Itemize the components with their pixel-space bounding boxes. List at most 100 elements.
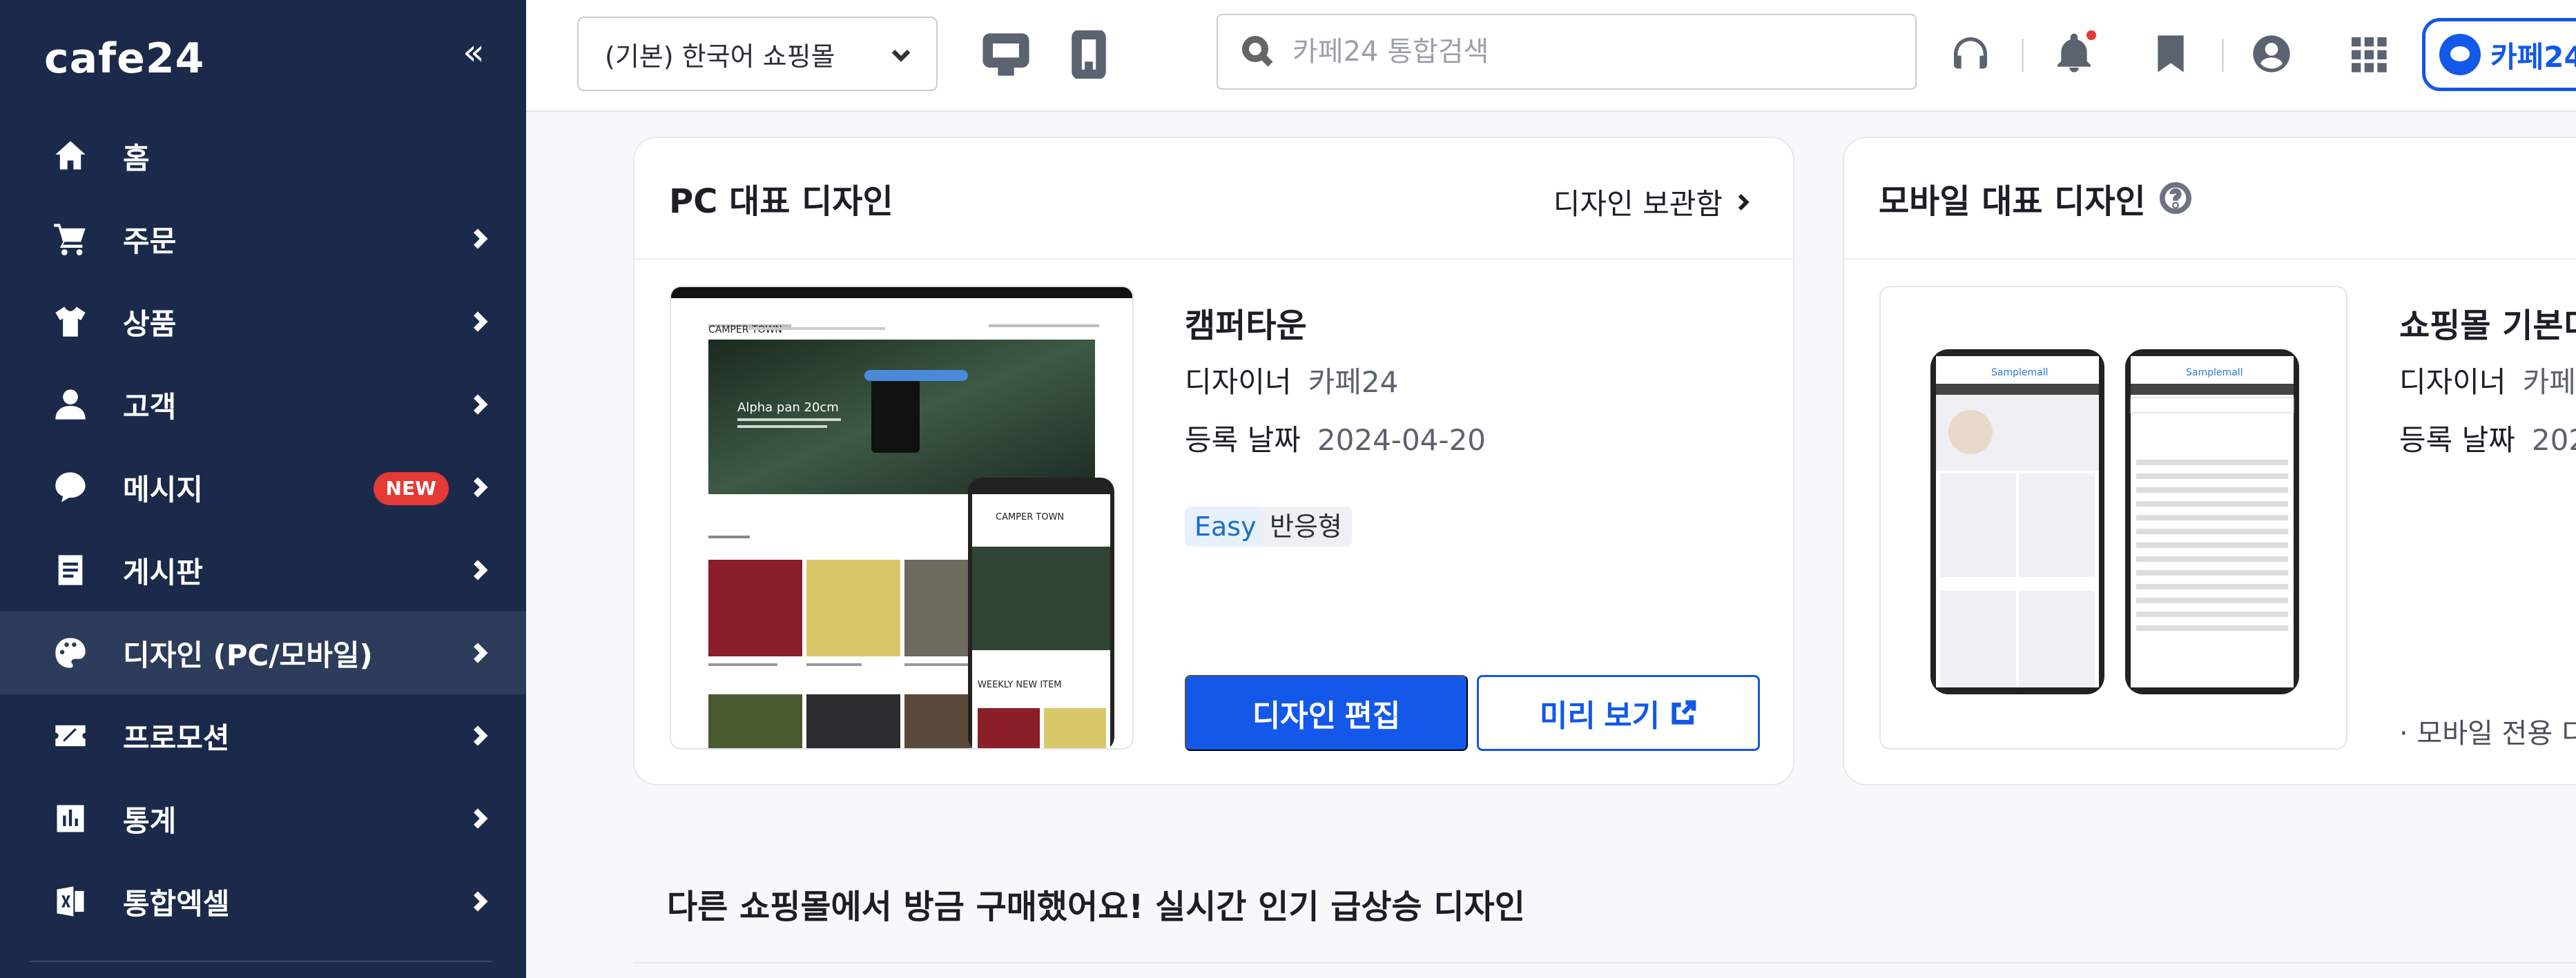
top-bar: (기본) 한국어 쇼핑몰 카페24 <box>526 0 2576 112</box>
mobile-design-thumbnail[interactable]: Samplemall Samplemall <box>1879 286 2347 750</box>
chevron-right-icon <box>465 225 493 253</box>
headset-icon[interactable] <box>1948 32 1993 76</box>
mascot-icon <box>2439 34 2481 75</box>
designer-label: 디자이너 <box>2399 365 2506 399</box>
card-header: 모바일 대표 디자인 <box>1844 138 2576 260</box>
account-icon[interactable] <box>2249 32 2294 76</box>
mall-select-value: (기본) 한국어 쇼핑몰 <box>605 41 835 72</box>
chevron-right-icon <box>465 722 493 750</box>
designer-label: 디자이너 <box>1185 365 1292 399</box>
sidebar-nav: 홈 주문 상품 고객 메시지 NEW 게시판 디자인 (PC/모바일) 프로모션… <box>0 115 526 943</box>
sidebar-item-promotion[interactable]: 프로모션 <box>0 694 526 777</box>
chevron-right-icon <box>465 473 493 501</box>
chevron-right-icon <box>465 805 493 832</box>
search-input[interactable] <box>1292 36 1886 68</box>
pc-design-card: PC 대표 디자인 디자인 보관함 CAMPER TOWN Alpha pan … <box>633 137 1794 785</box>
sidebar-item-label: 메시지 <box>123 472 203 507</box>
sidebar-item-customers[interactable]: 고객 <box>0 363 526 446</box>
sidebar-item-orders[interactable]: 주문 <box>0 197 526 280</box>
storage-link-label: 디자인 보관함 <box>1553 187 1723 221</box>
sidebar-item-label: 게시판 <box>123 555 203 589</box>
divider <box>2222 39 2224 72</box>
thumb-mobile-brand-text-2: Samplemall <box>2186 367 2243 378</box>
divider <box>2022 39 2024 72</box>
sidebar-item-design[interactable]: 디자인 (PC/모바일) <box>0 612 526 694</box>
sidebar-divider <box>29 961 492 962</box>
date-value: 2024-04-20 <box>1317 423 1486 457</box>
sidebar-item-label: 프로모션 <box>123 721 230 755</box>
preview-button[interactable]: 미리 보기 <box>1477 675 1760 751</box>
sidebar-item-excel[interactable]: 통합엑셀 <box>0 860 526 943</box>
excel-icon <box>52 883 88 919</box>
double-chevron-left-icon[interactable]: « <box>453 32 494 73</box>
coupon-icon <box>52 718 88 754</box>
card-header: PC 대표 디자인 디자인 보관함 <box>635 138 1793 260</box>
chevron-right-icon <box>1738 193 1750 211</box>
sidebar-item-label: 통계 <box>123 803 177 838</box>
thumb-mobile-brand-text: CAMPER TOWN <box>996 512 1064 522</box>
sidebar-item-board[interactable]: 게시판 <box>0 529 526 612</box>
design-storage-link[interactable]: 디자인 보관함 <box>1553 181 1754 223</box>
designer-value: 카페 <box>2522 365 2576 399</box>
sidebar-item-label: 홈 <box>123 141 150 175</box>
brand-button-label: 카페24 <box>2490 39 2576 74</box>
chevron-right-icon <box>465 888 493 915</box>
search-icon <box>1242 36 1273 67</box>
thumb-mobile-brand-text: Samplemall <box>1991 367 2049 378</box>
date-row: 등록 날짜 2024-04-20 <box>1185 417 1486 459</box>
chevron-right-icon <box>465 391 493 418</box>
sidebar: cafe24 « 홈 주문 상품 고객 메시지 NEW 게시판 디자인 (PC/… <box>0 0 526 978</box>
sidebar-item-home[interactable]: 홈 <box>0 115 526 197</box>
preview-button-label: 미리 보기 <box>1539 699 1660 733</box>
help-icon[interactable] <box>2159 182 2191 214</box>
cart-icon <box>52 221 88 257</box>
chart-icon <box>52 801 88 837</box>
tag-easy: Easy <box>1185 507 1266 547</box>
apps-grid-icon[interactable] <box>2346 32 2390 76</box>
home-icon <box>52 138 88 174</box>
mobile-design-card: 모바일 대표 디자인 Samplemall Samplemall 쇼핑몰 기본디… <box>1843 137 2576 785</box>
notification-dot <box>2086 30 2096 40</box>
sidebar-item-products[interactable]: 상품 <box>0 280 526 363</box>
card-title: 모바일 대표 디자인 <box>1879 182 2146 221</box>
bell-icon[interactable] <box>2052 30 2096 76</box>
palette-icon <box>52 635 88 671</box>
sidebar-item-messages[interactable]: 메시지 NEW <box>0 446 526 529</box>
card-title: PC 대표 디자인 <box>669 182 893 221</box>
edit-design-button[interactable]: 디자인 편집 <box>1185 675 1468 751</box>
trending-designs-title: 다른 쇼핑몰에서 방금 구매했어요! 실시간 인기 급상승 디자인 <box>667 888 1525 926</box>
thumb-weekly-text: WEEKLY NEW ITEM <box>978 680 1062 690</box>
sidebar-item-label: 고객 <box>123 389 177 424</box>
board-icon <box>52 552 88 588</box>
designer-row: 디자이너 카페 <box>2399 359 2576 401</box>
section-divider <box>633 962 2576 964</box>
mall-select-dropdown[interactable]: (기본) 한국어 쇼핑몰 <box>577 17 938 91</box>
sidebar-item-stats[interactable]: 통계 <box>0 777 526 860</box>
mobile-view-icon[interactable] <box>1065 29 1113 80</box>
person-icon <box>52 387 88 422</box>
date-row: 등록 날짜 2024 <box>2399 417 2576 459</box>
date-label: 등록 날짜 <box>1185 423 1301 457</box>
cafe24-logo[interactable]: cafe24 <box>44 35 204 83</box>
new-badge: NEW <box>373 472 449 505</box>
tag-responsive: 반응형 <box>1260 507 1352 547</box>
sidebar-item-label: 상품 <box>123 306 177 341</box>
designer-value: 카페24 <box>1308 365 1399 399</box>
sidebar-item-label: 주문 <box>123 224 177 258</box>
mobile-only-note: · 모바일 전용 디 <box>2399 718 2576 750</box>
design-name: 캠퍼타운 <box>1185 306 1307 345</box>
bookmark-icon[interactable] <box>2149 32 2193 76</box>
pc-design-thumbnail[interactable]: CAMPER TOWN Alpha pan 20cm CAMPER TOWN W… <box>670 286 1134 750</box>
external-link-icon <box>1672 700 1696 725</box>
integrated-search[interactable] <box>1217 14 1917 90</box>
designer-row: 디자이너 카페24 <box>1185 359 1398 401</box>
chevron-right-icon <box>465 308 493 335</box>
chevron-down-icon <box>888 41 914 68</box>
desktop-view-icon[interactable] <box>982 30 1030 79</box>
chevron-right-icon <box>465 639 493 667</box>
chevron-right-icon <box>465 556 493 584</box>
date-value: 2024 <box>2531 423 2576 457</box>
date-label: 등록 날짜 <box>2399 423 2515 457</box>
thumb-hero-text: Alpha pan 20cm <box>737 400 839 415</box>
cafe24-assistant-button[interactable]: 카페24 <box>2422 18 2576 91</box>
